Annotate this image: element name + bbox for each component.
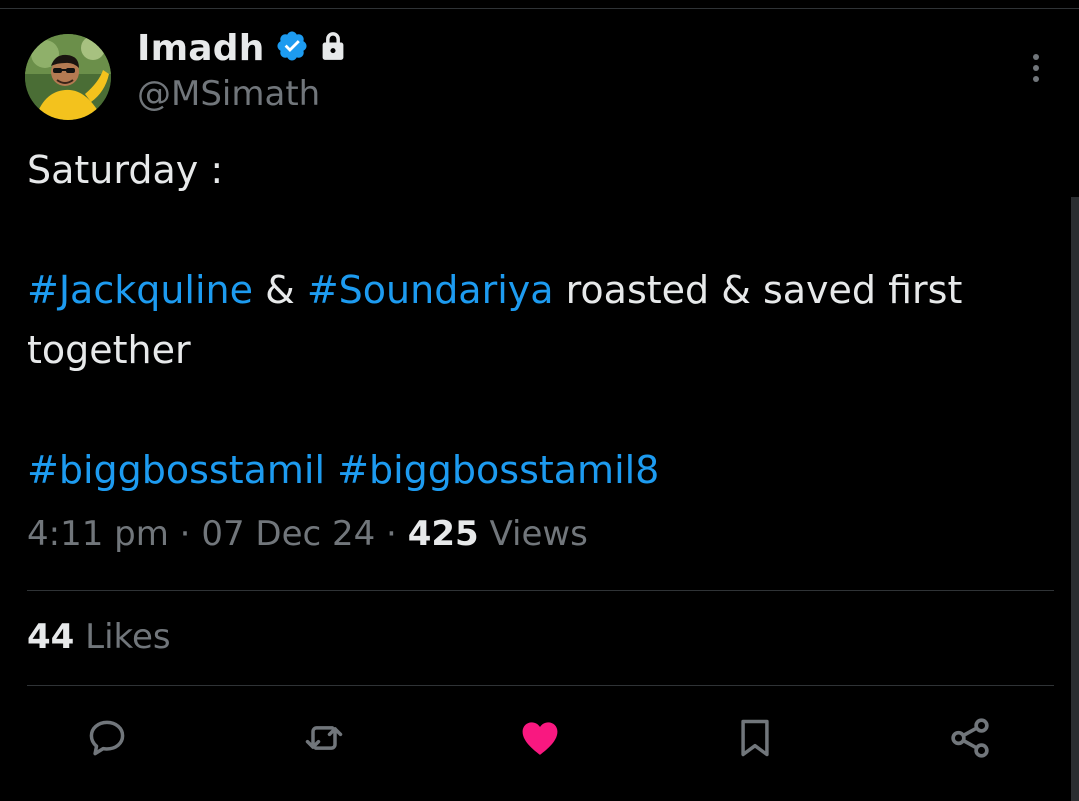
tweet-line: #biggbosstamil #biggbosstamil8 (27, 440, 1057, 500)
bookmark-button[interactable] (731, 714, 779, 762)
tweet-text-fragment: & (253, 268, 307, 312)
author-handle[interactable]: @MSimath (137, 74, 320, 114)
avatar-image (25, 34, 111, 120)
lock-icon (319, 31, 347, 65)
likes-label[interactable]: Likes (74, 617, 171, 657)
more-options-icon[interactable] (1024, 52, 1048, 86)
stats-divider (27, 685, 1054, 686)
tweet-line: Saturday : (27, 148, 224, 192)
share-button[interactable] (946, 714, 994, 762)
share-icon (951, 718, 989, 758)
tweet-time[interactable]: 4:11 pm (27, 514, 169, 554)
like-button[interactable] (516, 714, 564, 762)
tweet-text-fragment (325, 448, 337, 492)
views-count[interactable]: 425 (408, 514, 479, 554)
views-label[interactable]: Views (479, 514, 587, 554)
likes-count[interactable]: 44 (27, 617, 74, 657)
tweet-text-fragment: roasted & saved first (553, 268, 963, 312)
tweet-date[interactable]: 07 Dec 24 (201, 514, 375, 554)
hashtag-link[interactable]: #biggbosstamil8 (337, 448, 659, 492)
reply-icon (89, 720, 125, 756)
hashtag-link[interactable]: #biggbosstamil (27, 448, 325, 492)
bookmark-icon (741, 719, 769, 757)
author-name-row: Imadh (137, 26, 347, 70)
tweet-line: together (27, 328, 191, 372)
repost-button[interactable] (300, 714, 348, 762)
avatar[interactable] (25, 34, 111, 120)
tweet-meta: 4:11 pm · 07 Dec 24 · 425 Views (27, 514, 588, 554)
hashtag-link[interactable]: #Jackquline (27, 268, 253, 312)
scrollbar[interactable] (1071, 197, 1079, 801)
meta-divider (27, 590, 1054, 591)
author-name[interactable]: Imadh (137, 28, 265, 69)
meta-separator: · (168, 514, 202, 554)
reply-button[interactable] (83, 714, 131, 762)
heart-icon (522, 722, 558, 755)
top-divider (0, 8, 1079, 9)
tweet-text: Saturday : #Jackquline & #Soundariya roa… (27, 140, 1057, 500)
hashtag-link[interactable]: #Soundariya (307, 268, 554, 312)
meta-separator: · (375, 514, 408, 554)
tweet-line: #Jackquline & #Soundariya roasted & save… (27, 260, 1057, 320)
verified-badge-icon (275, 29, 309, 67)
likes-stat[interactable]: 44 Likes (27, 617, 171, 657)
repost-icon (305, 726, 343, 750)
